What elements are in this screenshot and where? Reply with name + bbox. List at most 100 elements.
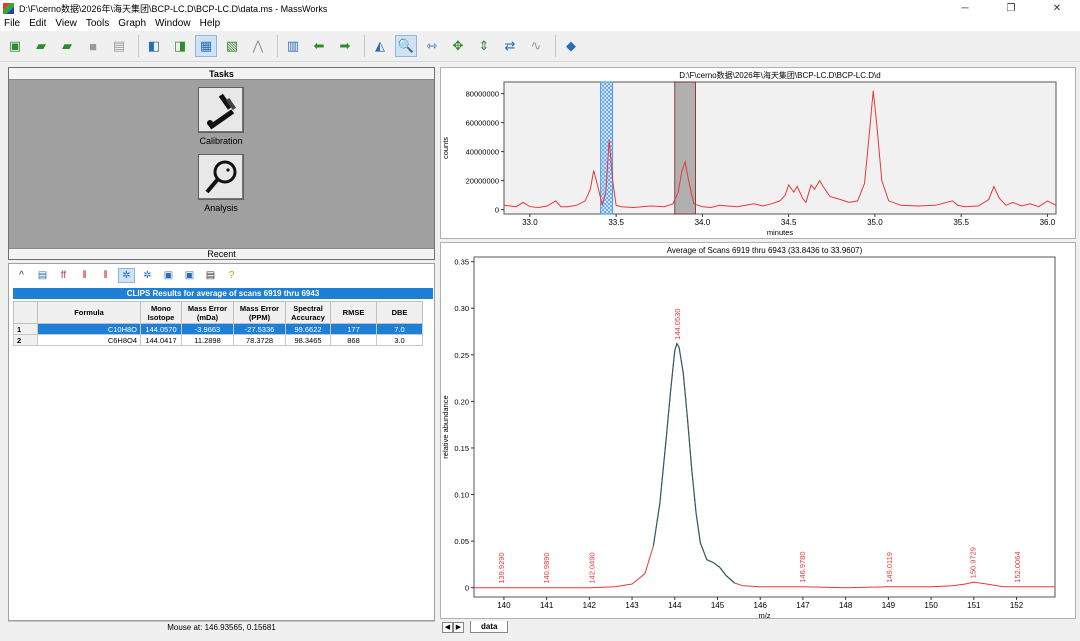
tab-scroll-right-icon[interactable]: ▶ bbox=[453, 621, 464, 633]
arrow-left-icon[interactable]: ⬅ bbox=[308, 35, 330, 57]
dbe-cell: 3.0 bbox=[376, 334, 423, 346]
save-all-icon[interactable]: ▤ bbox=[108, 35, 130, 57]
spectrum-view-icon[interactable]: ▣ bbox=[160, 268, 177, 283]
overlay-view-icon[interactable]: ▣ bbox=[181, 268, 198, 283]
menu-graph[interactable]: Graph bbox=[118, 18, 146, 29]
column-header[interactable]: Mass Error (PPM) bbox=[233, 301, 286, 324]
calibration-button[interactable]: Calibration bbox=[196, 87, 246, 146]
y-tick-label: 0.25 bbox=[454, 351, 469, 360]
open-recent-icon[interactable]: ▰ bbox=[56, 35, 78, 57]
export-icon[interactable]: ◨ bbox=[169, 35, 191, 57]
toolbar-separator bbox=[364, 35, 365, 57]
chromatogram-chart[interactable]: D:\F\cerno数据\2026年\海天集团\BCP-LC.D\BCP-LC.… bbox=[441, 68, 1075, 238]
vertical-scale-icon[interactable]: ⇕ bbox=[473, 35, 495, 57]
spectrum-panel[interactable]: Average of Scans 6919 thru 6943 (33.8436… bbox=[440, 242, 1076, 620]
minimize-icon[interactable]: ─ bbox=[942, 0, 988, 16]
toolbar-separator bbox=[138, 35, 139, 57]
results-table-icon[interactable]: ▤ bbox=[34, 268, 51, 283]
help-icon[interactable]: ? bbox=[223, 268, 240, 283]
mass-error-ppm-cell: 78.3728 bbox=[233, 334, 286, 346]
y-tick-label: 40000000 bbox=[466, 148, 499, 157]
peak-pick-icon[interactable]: ⋀ bbox=[247, 35, 269, 57]
x-tick-label: 35.5 bbox=[953, 218, 969, 227]
table-row[interactable]: 2 C6H8O4 144.0417 11.2898 78.3728 98.346… bbox=[13, 334, 423, 346]
y-tick-label: 0 bbox=[495, 206, 499, 215]
column-header[interactable]: DBE bbox=[376, 301, 423, 324]
table-row[interactable]: 1 C10H8O 144.0570 -3.9663 -27.5336 99.66… bbox=[13, 323, 423, 335]
spectral-accuracy-cell: 98.3465 bbox=[285, 334, 331, 346]
column-header[interactable]: Mono Isotope bbox=[140, 301, 182, 324]
save-icon[interactable]: ■ bbox=[82, 35, 104, 57]
plot-area[interactable] bbox=[473, 256, 1056, 598]
x-tick-label: 152 bbox=[1010, 601, 1024, 610]
isotope-left-icon[interactable]: ⫴ bbox=[76, 268, 93, 283]
import-icon[interactable]: ◧ bbox=[143, 35, 165, 57]
maximize-icon[interactable]: ❐ bbox=[988, 0, 1034, 16]
tab-data[interactable]: data bbox=[470, 621, 509, 633]
menu-bar: File Edit View Tools Graph Window Help bbox=[0, 16, 1080, 31]
clips-compare-icon[interactable]: ✲ bbox=[139, 268, 156, 283]
peak-mass-label: 146.9780 bbox=[798, 551, 807, 582]
collapse-icon[interactable]: ^ bbox=[13, 268, 30, 283]
settings-cube-icon[interactable]: ◆ bbox=[560, 35, 582, 57]
chart-title: Average of Scans 6919 thru 6943 (33.8436… bbox=[667, 246, 863, 255]
zoom-icon[interactable]: 🔍 bbox=[395, 35, 417, 57]
rmse-cell: 177 bbox=[330, 323, 377, 335]
tab-scroll-left-icon[interactable]: ◀ bbox=[442, 621, 453, 633]
peak-mass-label: 150.9729 bbox=[969, 547, 978, 578]
analysis-magnifier-icon bbox=[198, 154, 244, 200]
calibration-caliper-icon bbox=[198, 87, 244, 133]
x-tick-label: 36.0 bbox=[1040, 218, 1056, 227]
move-icon[interactable]: ⇄ bbox=[499, 35, 521, 57]
x-tick-label: 35.0 bbox=[867, 218, 883, 227]
chromatogram-panel[interactable]: D:\F\cerno数据\2026年\海天集团\BCP-LC.D\BCP-LC.… bbox=[440, 67, 1076, 239]
background-range-highlight[interactable] bbox=[600, 81, 614, 215]
pan-icon[interactable]: ✥ bbox=[447, 35, 469, 57]
clips-search-icon[interactable]: ✲ bbox=[118, 267, 135, 283]
tasks-panel: Tasks Calibration Analysis Recent bbox=[8, 67, 435, 260]
new-file-icon[interactable]: ▣ bbox=[4, 35, 26, 57]
plot-area[interactable] bbox=[503, 81, 1057, 215]
menu-help[interactable]: Help bbox=[200, 18, 221, 29]
analysis-view-icon[interactable]: ▦ bbox=[195, 35, 217, 57]
y-tick-label: 0.05 bbox=[454, 537, 469, 546]
status-bar: Mouse at: 146.93565, 0.15681 bbox=[8, 621, 435, 633]
column-header[interactable]: Mass Error (mDa) bbox=[181, 301, 234, 324]
menu-tools[interactable]: Tools bbox=[86, 18, 109, 29]
isotope-right-icon[interactable]: ⫴ bbox=[97, 268, 114, 283]
report-icon[interactable]: ▧ bbox=[221, 35, 243, 57]
x-tick-label: 141 bbox=[540, 601, 554, 610]
open-folder-icon[interactable]: ▰ bbox=[30, 35, 52, 57]
close-icon[interactable]: ✕ bbox=[1034, 0, 1080, 16]
y-tick-label: 0.15 bbox=[454, 444, 469, 453]
analysis-button[interactable]: Analysis bbox=[196, 154, 246, 213]
list-view-icon[interactable]: ▤ bbox=[202, 268, 219, 283]
results-toolbar: ^ ▤ ff ⫴ ⫴ ✲ ✲ ▣ ▣ ▤ ? bbox=[9, 264, 434, 286]
column-header[interactable]: Formula bbox=[37, 301, 141, 324]
table-view-icon[interactable]: ▥ bbox=[282, 35, 304, 57]
app-icon bbox=[3, 2, 14, 14]
menu-window[interactable]: Window bbox=[155, 18, 191, 29]
menu-file[interactable]: File bbox=[4, 18, 20, 29]
column-header bbox=[13, 301, 38, 324]
tic-icon[interactable]: ∿ bbox=[525, 35, 547, 57]
spectrum-chart[interactable]: Average of Scans 6919 thru 6943 (33.8436… bbox=[441, 243, 1075, 620]
arrow-right-icon[interactable]: ➡ bbox=[334, 35, 356, 57]
recent-bar[interactable]: Recent bbox=[9, 248, 434, 259]
y-tick-label: 0 bbox=[465, 584, 469, 593]
horizontal-scale-icon[interactable]: ⇿ bbox=[421, 35, 443, 57]
menu-edit[interactable]: Edit bbox=[29, 18, 46, 29]
menu-view[interactable]: View bbox=[55, 18, 77, 29]
scan-range-highlight[interactable] bbox=[674, 81, 696, 215]
formula-icon[interactable]: ff bbox=[55, 268, 72, 283]
clips-results-table: Formula Mono Isotope Mass Error (mDa) Ma… bbox=[13, 301, 423, 346]
peak-mass-label: 140.9890 bbox=[542, 552, 551, 583]
clips-results-title: CLIPS Results for average of scans 6919 … bbox=[13, 288, 433, 299]
column-header[interactable]: RMSE bbox=[330, 301, 377, 324]
x-tick-label: 146 bbox=[754, 601, 768, 610]
column-header[interactable]: Spectral Accuracy bbox=[285, 301, 331, 324]
y-tick-label: 0.20 bbox=[454, 397, 469, 406]
x-tick-label: 150 bbox=[924, 601, 938, 610]
graph-icon[interactable]: ◭ bbox=[369, 35, 391, 57]
x-tick-label: 145 bbox=[711, 601, 725, 610]
